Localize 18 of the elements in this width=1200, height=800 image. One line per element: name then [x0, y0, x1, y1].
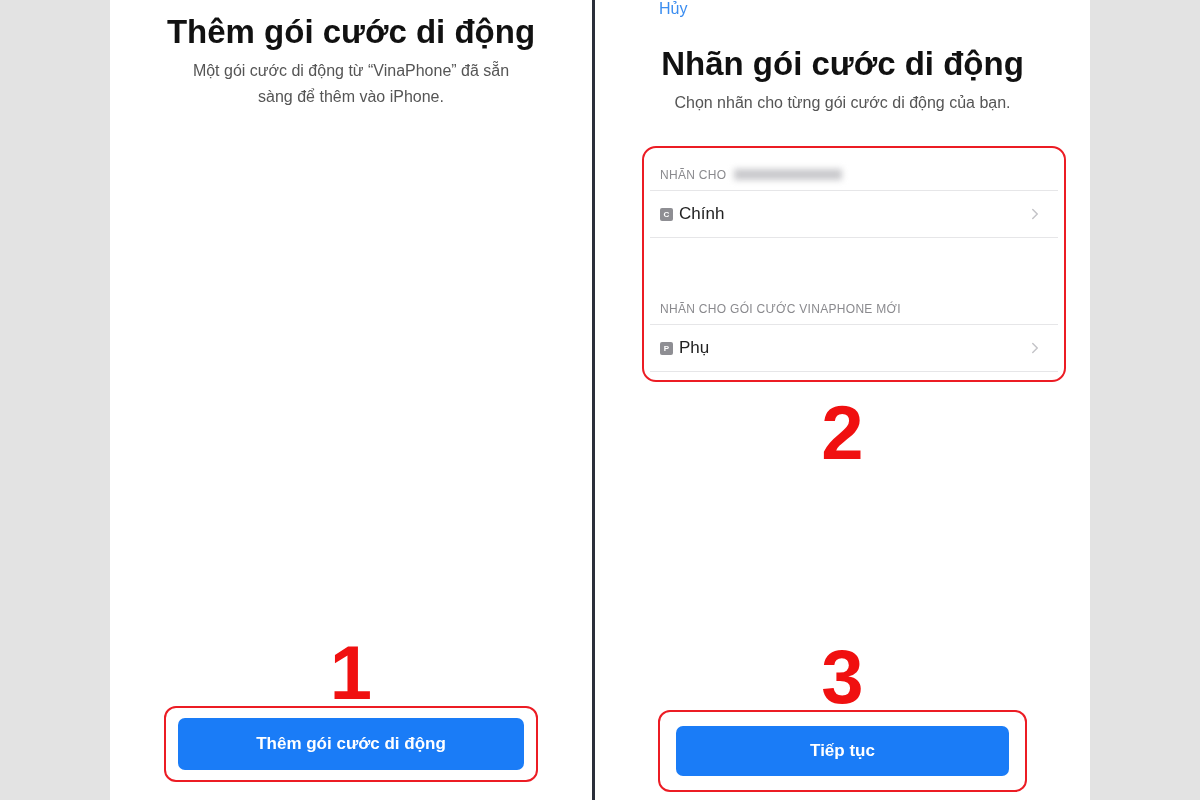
screen-subtitle: Một gói cước di động từ “VinaPhone” đã sẵn sàng để thêm vào iPhone. — [191, 60, 511, 107]
step-number: 2 — [821, 400, 864, 466]
row-label: Chính — [679, 204, 726, 224]
step-number: 1 — [329, 640, 373, 706]
step-number: 3 — [821, 644, 864, 710]
screen-title: Nhãn gói cước di động — [661, 44, 1024, 84]
screen-subtitle: Chọn nhãn cho từng gói cước di động của bạn. — [674, 93, 1011, 113]
label-row[interactable]: P Phụ — [650, 324, 1058, 372]
label-badge: C — [660, 207, 673, 221]
add-plan-button[interactable]: Thêm gói cước di động — [178, 718, 524, 770]
label-row[interactable]: C Chính — [650, 190, 1058, 238]
continue-button[interactable]: Tiếp tục — [676, 726, 1009, 776]
screen-title: Thêm gói cước di động — [166, 12, 536, 52]
cancel-link[interactable]: Hủy — [659, 0, 688, 18]
row-label: Phụ — [679, 338, 711, 358]
section-header: NHÃN CHO GÓI CƯỚC VINAPHONE MỚI — [660, 302, 901, 316]
section-header: NHÃN CHO — [660, 168, 727, 182]
label-badge: P — [660, 341, 673, 355]
